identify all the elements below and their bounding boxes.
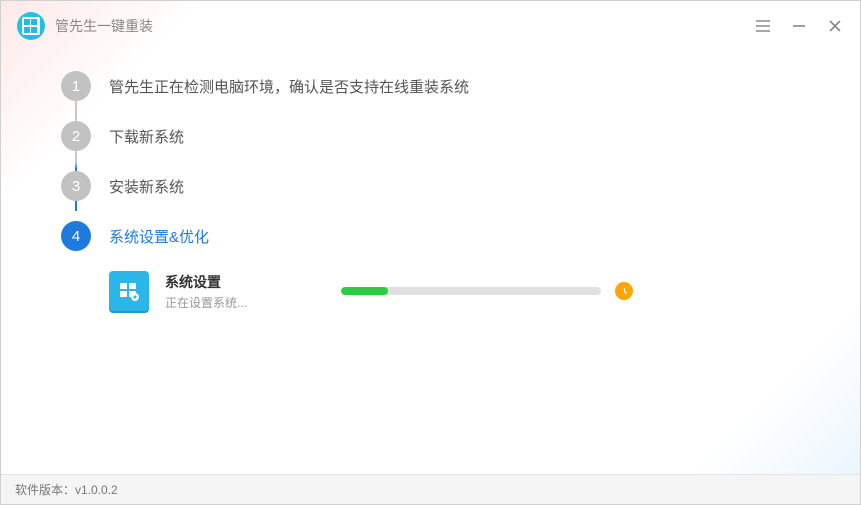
- substep-system-settings: 系统设置 正在设置系统...: [109, 271, 820, 311]
- titlebar: 管先生一键重装: [1, 1, 860, 51]
- steps-list: 1 管先生正在检测电脑环境，确认是否支持在线重装系统 2 下载新系统 3 安装新…: [61, 71, 820, 311]
- step-label-4: 系统设置&优化: [109, 226, 209, 247]
- footer: 软件版本：v1.0.0.2: [1, 474, 860, 504]
- progress-bar: [341, 287, 601, 295]
- step-number-2: 2: [61, 121, 91, 151]
- substep-status: 正在设置系统...: [165, 294, 295, 311]
- minimize-button[interactable]: [790, 17, 808, 35]
- step-label-3: 安装新系统: [109, 176, 184, 197]
- step-4: 4 系统设置&优化: [61, 221, 820, 251]
- version-label: 软件版本：v1.0.0.2: [15, 481, 118, 498]
- windows-settings-icon: [109, 271, 149, 311]
- app-logo-icon: [17, 12, 45, 40]
- menu-button[interactable]: [754, 17, 772, 35]
- step-1: 1 管先生正在检测电脑环境，确认是否支持在线重装系统: [61, 71, 820, 101]
- step-label-2: 下载新系统: [109, 126, 184, 147]
- substep-title: 系统设置: [165, 272, 295, 292]
- clock-icon: [615, 282, 633, 300]
- window-controls: [754, 17, 844, 35]
- app-window: 管先生一键重装 1 管先生正在检测电脑环境，确认是否支持在线重装系统 2 下载新…: [0, 0, 861, 505]
- progress-fill: [341, 287, 388, 295]
- step-number-3: 3: [61, 171, 91, 201]
- substep-info: 系统设置 正在设置系统...: [165, 272, 295, 311]
- step-3: 3 安装新系统: [61, 171, 820, 201]
- main-content: 1 管先生正在检测电脑环境，确认是否支持在线重装系统 2 下载新系统 3 安装新…: [1, 51, 860, 474]
- titlebar-left: 管先生一键重装: [17, 12, 153, 40]
- close-button[interactable]: [826, 17, 844, 35]
- app-title: 管先生一键重装: [55, 16, 153, 36]
- step-2: 2 下载新系统: [61, 121, 820, 151]
- step-number-1: 1: [61, 71, 91, 101]
- step-label-1: 管先生正在检测电脑环境，确认是否支持在线重装系统: [109, 76, 469, 97]
- step-number-4: 4: [61, 221, 91, 251]
- progress-container: [341, 282, 633, 300]
